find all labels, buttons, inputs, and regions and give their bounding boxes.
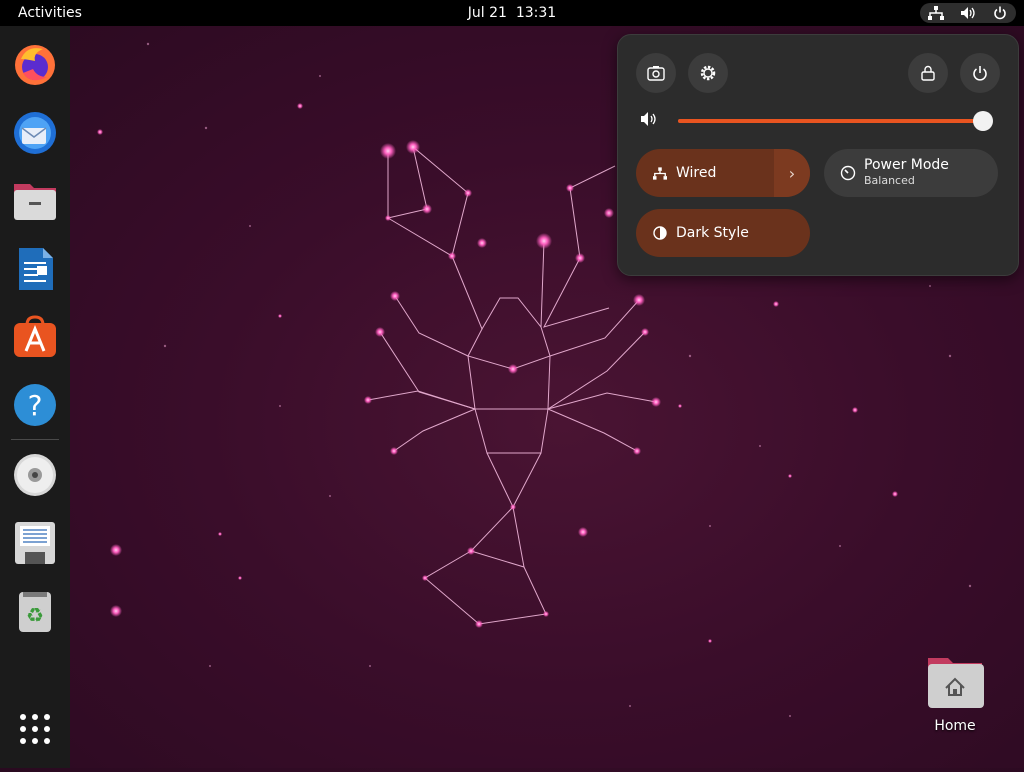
dock: ? ♻ [0,26,70,768]
files-icon[interactable] [10,176,60,226]
screenshot-button[interactable] [636,53,676,93]
speaker-icon [640,111,660,131]
power-mode-title: Power Mode [864,157,949,173]
dark-style-icon [652,225,668,241]
volume-slider[interactable] [678,111,993,131]
app-center-icon[interactable] [10,312,60,362]
lock-button[interactable] [908,53,948,93]
thunderbird-icon[interactable] [10,108,60,158]
power-mode-toggle[interactable]: Power Mode Balanced [824,149,998,197]
settings-icon [700,65,716,81]
volume-slider-fill [678,119,983,123]
speaker-icon [959,4,977,22]
power-off-button[interactable] [960,53,1000,93]
chevron-right-icon: › [788,163,796,183]
svg-text:♻: ♻ [26,603,44,627]
disc-icon[interactable] [10,450,60,500]
clock: Jul 21 13:31 [0,0,1024,26]
floppy-installer-icon[interactable] [10,518,60,568]
trash-icon[interactable]: ♻ [10,586,60,636]
wired-label: Wired [676,165,717,181]
system-tray[interactable] [920,3,1016,23]
home-folder-label[interactable]: Home [910,718,1000,734]
help-icon[interactable]: ? [10,380,60,430]
settings-button[interactable] [688,53,728,93]
top-bar: Activities Jul 21 13:31 [0,0,1024,26]
libreoffice-writer-icon[interactable] [10,244,60,294]
network-wired-icon [652,165,668,181]
power-mode-texts: Power Mode Balanced [864,157,949,189]
svg-text:?: ? [28,389,43,422]
power-icon [991,4,1009,22]
home-folder-icon[interactable] [926,656,984,708]
gauge-icon [840,165,856,181]
wired-toggle[interactable]: Wired › [636,149,810,197]
dock-separator [11,439,59,440]
firefox-icon[interactable] [10,40,60,90]
wired-toggle-main[interactable]: Wired [636,149,774,197]
screenshot-icon [647,66,665,81]
show-apps-grid-icon[interactable] [10,704,60,754]
lock-icon [921,65,935,81]
clock-button[interactable]: Jul 21 13:31 [468,5,556,21]
network-wired-icon [927,4,945,22]
power-icon [973,66,987,81]
dark-style-toggle[interactable]: Dark Style [636,209,810,257]
volume-slider-knob[interactable] [973,111,993,131]
activities-button[interactable]: Activities [10,0,90,26]
date-label: Jul 21 [467,5,507,21]
quick-settings-panel: Wired › Power Mode Balanced Dark Style [617,34,1019,276]
dark-style-label: Dark Style [676,225,749,241]
power-mode-subtitle: Balanced [864,174,915,187]
time-label: 13:31 [515,5,557,21]
wired-expand-button[interactable]: › [774,149,810,197]
